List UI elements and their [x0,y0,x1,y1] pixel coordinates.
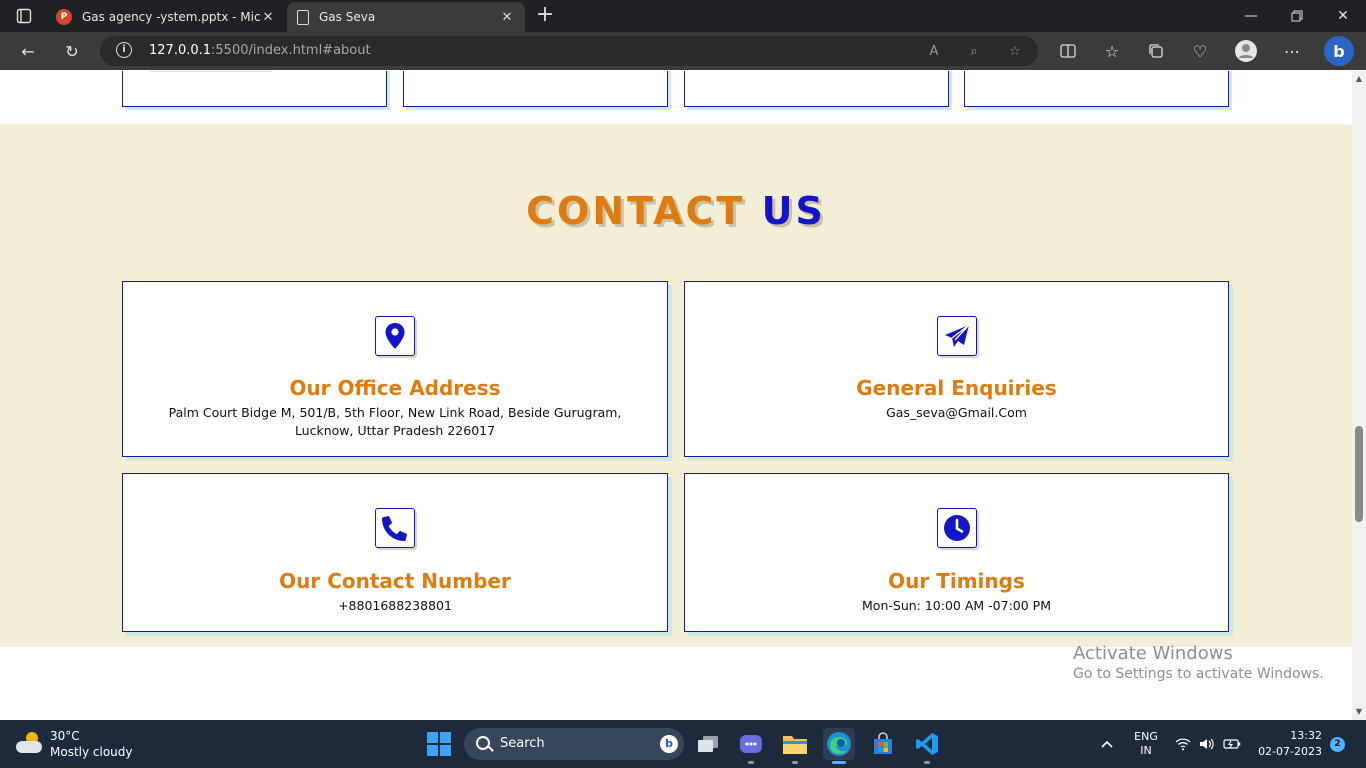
card-button[interactable] [148,71,274,72]
zoom-icon[interactable]: ⌕ [964,41,984,61]
clock-icon [936,508,977,548]
contact-card-address: Our Office Address Palm Court Bidge M, 5… [122,281,668,457]
search-icon [476,736,490,750]
refresh-icon[interactable]: ↻ [58,38,86,64]
lang-region: IN [1140,744,1152,757]
card-title: General Enquiries [856,376,1057,400]
profile-avatar[interactable] [1232,38,1260,64]
split-screen-icon[interactable] [1054,38,1082,64]
back-icon[interactable]: ← [14,38,42,64]
watermark-title: Activate Windows [1073,643,1233,664]
clock-date: 02-07-2023 [1258,745,1322,758]
map-pin-icon [375,316,415,356]
contact-card-enquiries: General Enquiries Gas_seva@Gmail.Com [684,281,1229,457]
url-host: 127.0.0.1 [149,43,212,58]
contact-card-timings: Our Timings Mon-Sun: 10:00 AM -07:00 PM [684,473,1229,632]
windows-start-icon[interactable] [427,732,451,756]
heading-word-contact: CONTACT [526,189,746,233]
card-title: Our Contact Number [279,569,511,593]
card-phone-number[interactable]: +8801688238801 [143,597,647,615]
search-label: Search [500,736,545,751]
contact-section: CONTACT US Our Office Address Palm Court… [0,124,1352,647]
new-tab-button[interactable]: + [534,4,556,28]
service-card [403,71,668,107]
language-indicator[interactable]: ENG IN [1130,720,1162,768]
edge-browser-icon[interactable] [823,728,855,764]
weather-temp: 30°C [50,729,80,743]
browser-toolbar: ← ↻ i 127.0.0.1:5500/index.html#about A … [0,32,1366,70]
taskbar-search[interactable]: Search b [464,728,684,760]
powerpoint-icon: P [56,9,72,25]
favorites-icon[interactable]: ☆ [1098,38,1126,64]
file-explorer-icon[interactable] [779,728,811,764]
heading-word-us: US [761,189,826,233]
scroll-thumb[interactable] [1355,426,1363,522]
microsoft-store-icon[interactable] [867,728,899,760]
phone-icon [375,508,415,548]
taskbar-clock[interactable]: 13:32 02-07-2023 [1226,720,1326,768]
card-title: Our Timings [888,569,1025,593]
url-text[interactable]: 127.0.0.1:5500/index.html#about [149,43,371,58]
tab-powerpoint[interactable]: P Gas agency -ystem.pptx - Micros ✕ [46,2,286,32]
contact-card-phone: Our Contact Number +8801688238801 [122,473,668,632]
favorite-star-icon[interactable]: ☆ [1005,41,1025,61]
page-scrollbar[interactable]: ▲ ▼ [1352,71,1366,720]
watermark-subtitle: Go to Settings to activate Windows. [1073,666,1324,682]
close-tab-icon[interactable]: ✕ [499,10,515,25]
show-hidden-icons-chevron-icon[interactable] [1096,720,1118,768]
weather-widget[interactable]: 30°C Mostly cloudy [16,728,133,760]
service-card [964,71,1229,107]
lang-code: ENG [1134,730,1158,743]
page-icon [297,9,309,25]
read-aloud-icon[interactable]: A [924,41,944,61]
scroll-down-icon[interactable]: ▼ [1355,708,1363,716]
tab-actions-icon[interactable] [10,6,38,26]
weather-desc: Mostly cloudy [50,745,133,759]
browser-titlebar: P Gas agency -ystem.pptx - Micros ✕ Gas … [0,0,1366,32]
windows-taskbar: 30°C Mostly cloudy Search b ENG IN 13:32… [0,720,1366,768]
tab-gas-seva[interactable]: Gas Seva ✕ [287,2,525,32]
minimize-button[interactable]: — [1228,0,1274,32]
tab-title: Gas Seva [319,10,376,24]
close-tab-icon[interactable]: ✕ [260,10,276,25]
url-path: :5500/index.html#about [211,43,371,58]
cloudy-weather-icon [16,732,42,753]
card-title: Our Office Address [289,376,501,400]
card-email[interactable]: Gas_seva@Gmail.Com [705,404,1208,422]
bing-icon: b [660,735,678,753]
address-bar[interactable]: i 127.0.0.1:5500/index.html#about A ⌕ ☆ [100,36,1038,66]
service-card [122,71,387,107]
service-card [684,71,949,107]
bing-copilot-icon[interactable]: b [1324,36,1354,66]
contact-heading: CONTACT US [0,189,1352,233]
previous-section [0,71,1352,124]
card-text: Mon-Sun: 10:00 AM -07:00 PM [862,598,1051,613]
activate-windows-watermark: Activate Windows Go to Settings to activ… [1073,643,1324,682]
task-view-icon[interactable] [692,728,724,760]
restore-button[interactable] [1274,0,1320,32]
site-info-icon[interactable]: i [116,42,132,58]
browser-essentials-icon[interactable]: ♡ [1186,38,1214,64]
clock-time: 13:32 [1290,729,1322,742]
teams-chat-icon[interactable] [735,728,767,764]
scroll-up-icon[interactable]: ▲ [1355,75,1363,83]
wifi-icon [1175,738,1191,751]
paper-plane-icon [936,316,977,356]
page-viewport: CONTACT US Our Office Address Palm Court… [0,71,1352,720]
volume-icon [1200,738,1214,750]
tab-title: Gas agency -ystem.pptx - Micros [82,10,260,24]
vscode-icon[interactable] [911,728,943,764]
collections-icon[interactable] [1142,38,1170,64]
notification-badge[interactable]: 2 [1330,737,1345,752]
more-options-icon[interactable]: ⋯ [1278,38,1306,64]
close-window-button[interactable]: ✕ [1320,0,1366,32]
card-text: Palm Court Bidge M, 501/B, 5th Floor, Ne… [168,405,622,438]
